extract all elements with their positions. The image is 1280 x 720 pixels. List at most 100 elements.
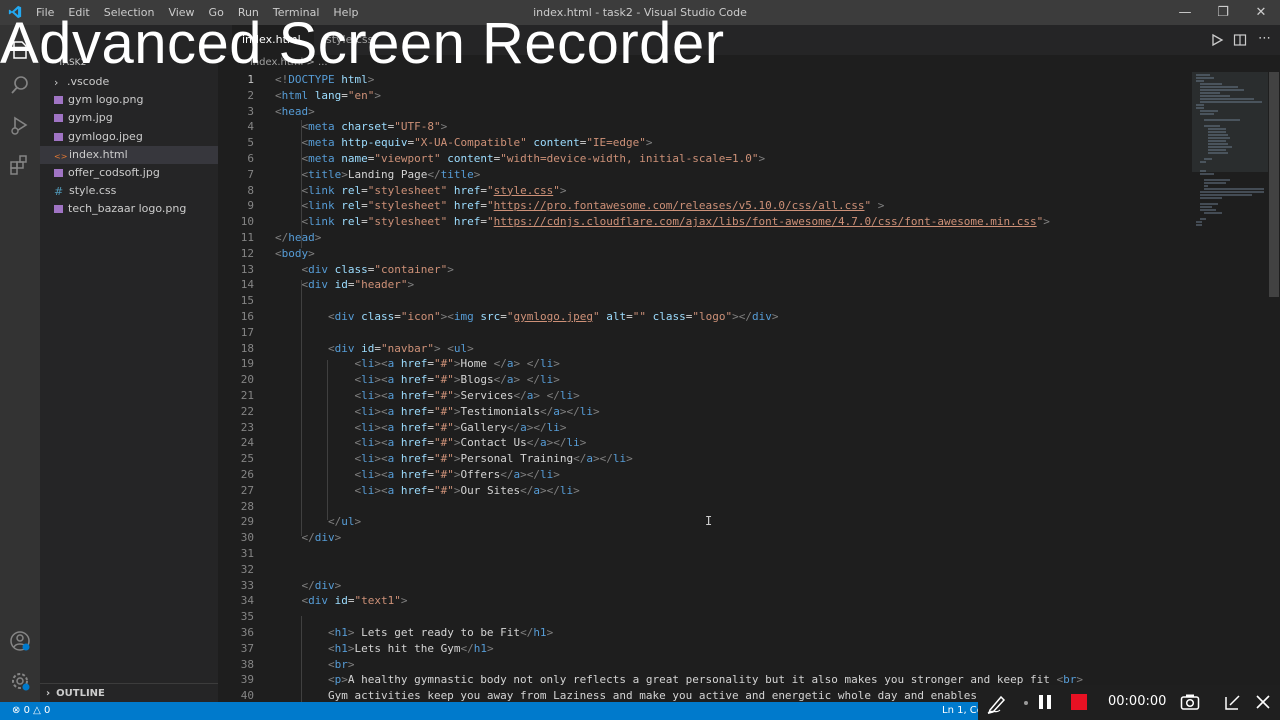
code-text: </ul> [327, 515, 362, 529]
line-number: 27 [240, 483, 254, 497]
code-text: <li><a href="#">Personal Training</a></l… [354, 452, 633, 466]
split-editor-icon[interactable] [1233, 33, 1247, 47]
code-text: <li><a href="#">Our Sites</a></li> [354, 483, 580, 497]
html-file-icon: <> [54, 151, 68, 161]
editor-scrollbar[interactable] [1269, 72, 1279, 297]
code-text: <li><a href="#">Contact Us</a></li> [354, 436, 587, 450]
recorder-watermark: Advanced Screen Recorder [0, 11, 725, 76]
code-line: 2 <html lang="en"> [218, 88, 381, 104]
warning-icon: △ [33, 705, 41, 716]
code-line: 6 <meta name="viewport" content="width=d… [218, 151, 765, 167]
cursor-position[interactable]: Ln 1, Col 1 [942, 702, 978, 720]
recording-timer: 00:00:00 [1108, 694, 1167, 709]
restore-icon[interactable]: ❐ [1204, 0, 1242, 25]
code-line: 40 Gym activities keep you away from Laz… [218, 688, 1004, 702]
code-text: <li><a href="#">Gallery</a></li> [354, 420, 567, 434]
code-text: </div> [301, 531, 342, 545]
extensions-icon[interactable] [8, 153, 32, 177]
image-file-icon [54, 169, 63, 177]
code-line: 17 [218, 325, 254, 341]
code-line: 8 <link rel="stylesheet" href="style.css… [218, 183, 566, 199]
explorer-item[interactable]: gymlogo.jpeg [40, 128, 218, 146]
explorer-item[interactable]: # style.css [40, 182, 218, 200]
line-number: 8 [247, 183, 254, 197]
minimize-icon[interactable]: — [1166, 0, 1204, 25]
problems-indicator[interactable]: ⊗ 0 △ 0 [12, 702, 50, 720]
code-text: <link rel="stylesheet" href="style.css"> [301, 183, 567, 197]
chevron-right-icon: › [46, 688, 51, 699]
explorer-item[interactable]: offer_codsoft.jpg [40, 164, 218, 182]
settings-gear-icon[interactable] [8, 669, 32, 693]
line-number: 33 [240, 578, 254, 592]
line-number: 28 [240, 499, 254, 513]
line-number: 10 [240, 215, 254, 229]
more-actions-icon[interactable]: ⋯ [1258, 31, 1271, 46]
code-text: <div id="text1"> [301, 594, 408, 608]
line-number: 26 [240, 468, 254, 481]
code-line: 7 <title>Landing Page</title> [218, 167, 480, 183]
code-line: 33 </div> [218, 578, 342, 594]
explorer-item[interactable]: gym logo.png [40, 91, 218, 109]
line-number: 24 [240, 436, 254, 450]
error-count: 0 [23, 705, 30, 716]
code-text: <h1> Lets get ready to be Fit</h1> [327, 626, 554, 639]
close-window-icon[interactable]: ✕ [1242, 0, 1280, 25]
line-number: 16 [240, 310, 254, 323]
image-file-icon [54, 114, 63, 123]
code-line: 18 <div id="navbar"> <ul> [218, 341, 474, 357]
code-line: 3 <head> [218, 104, 314, 120]
image-file-icon [54, 132, 63, 141]
outline-label: OUTLINE [56, 688, 105, 699]
explorer-item[interactable]: tech_bazaar logo.png [40, 200, 218, 218]
code-line: 11 </head> [218, 230, 322, 246]
accounts-icon[interactable] [8, 629, 32, 653]
minimap[interactable] [1192, 72, 1268, 702]
close-recorder-icon[interactable] [1254, 693, 1272, 711]
code-line: 34 <div id="text1"> [218, 593, 408, 609]
run-debug-icon[interactable] [8, 113, 32, 137]
line-number: 12 [240, 246, 254, 260]
outline-section[interactable]: › OUTLINE [40, 683, 218, 703]
line-number: 17 [240, 325, 254, 339]
code-line: 38 <br> [218, 657, 355, 673]
code-text: <div class="icon"><img src="gymlogo.jpeg… [327, 310, 779, 323]
camera-snapshot-icon[interactable] [1180, 693, 1200, 711]
separator-dot [1024, 701, 1028, 705]
explorer-item-label: gym logo.png [68, 93, 144, 107]
explorer-item[interactable]: gym.jpg [40, 109, 218, 127]
line-number: 22 [240, 404, 254, 418]
explorer-sidebar: TASK2 › .vscode gym logo.png gym.jpg gymlogo… [40, 25, 218, 702]
code-line: 30 </div> [218, 530, 342, 546]
code-text: <div id="header"> [301, 278, 415, 292]
explorer-item-label: offer_codsoft.jpg [68, 166, 160, 179]
code-text: <meta charset="UTF-8"> [301, 120, 448, 134]
line-number: 29 [240, 515, 254, 529]
explorer-item[interactable]: <> index.html [40, 145, 218, 164]
code-text: <html lang="en"> [275, 88, 381, 102]
run-file-icon[interactable] [1210, 33, 1224, 47]
stop-record-icon[interactable] [1070, 693, 1088, 711]
line-number: 19 [240, 357, 254, 371]
line-number: 2 [247, 88, 254, 102]
code-line: 5 <meta http-equiv="X-UA-Compatible" con… [218, 135, 652, 151]
code-line: 19 <li><a href="#">Home </a> </li> [218, 356, 560, 372]
line-number: 25 [240, 452, 254, 466]
code-text: <li><a href="#">Offers</a></li> [354, 468, 560, 481]
pen-annotate-icon[interactable] [986, 692, 1008, 714]
collapse-toolbar-icon[interactable] [1224, 693, 1242, 711]
code-text: <li><a href="#">Home </a> </li> [354, 357, 560, 371]
code-line: 9 <link rel="stylesheet" href="https://p… [218, 198, 884, 214]
line-number: 30 [240, 531, 254, 545]
code-line: 29 </ul> [218, 514, 361, 530]
pause-icon[interactable] [1036, 693, 1054, 711]
line-number: 6 [247, 152, 254, 165]
line-number: 18 [240, 341, 254, 355]
code-editor[interactable]: 1 <!DOCTYPE html> 2 <html lang="en"> 3 <head>… [218, 72, 1268, 702]
code-text: </div> [301, 578, 342, 592]
line-number: 3 [247, 104, 254, 118]
code-line: 25 <li><a href="#">Personal Training</a>… [218, 451, 633, 467]
code-line: 26 <li><a href="#">Offers</a></li> [218, 467, 560, 483]
code-text: <li><a href="#">Blogs</a> </li> [354, 373, 560, 387]
code-text: <p>A healthy gymnastic body not only ref… [327, 673, 1083, 687]
line-number: 21 [240, 389, 254, 402]
